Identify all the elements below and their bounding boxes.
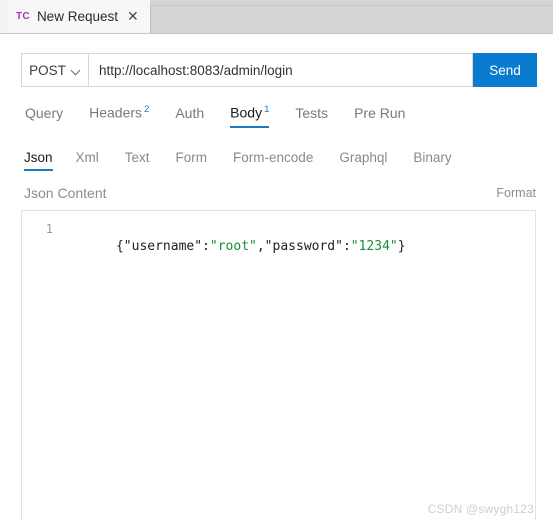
code-token-value-username: "root" — [209, 239, 257, 254]
body-tab-form-encode[interactable]: Form-encode — [220, 150, 326, 171]
body-tab-json-label: Json — [24, 150, 53, 165]
code-line: 1 {"username":"root","password":"1234"} — [22, 211, 535, 274]
http-method-select[interactable]: POST — [21, 53, 88, 87]
close-icon[interactable]: ✕ — [125, 10, 141, 24]
json-content-title: Json Content — [24, 185, 107, 201]
body-tab-form[interactable]: Form — [163, 150, 221, 171]
request-bar: POST Send — [21, 53, 537, 87]
code-token-key-password: ,"password": — [256, 239, 351, 254]
body-tab-json[interactable]: Json — [21, 150, 63, 171]
code-token-value-password: "1234" — [350, 239, 398, 254]
body-tab-form-encode-label: Form-encode — [233, 150, 314, 165]
tab-body-badge: 1 — [264, 104, 270, 116]
tab-headers-label: Headers — [89, 105, 143, 121]
tab-body-label: Body — [230, 105, 263, 121]
tab-headers[interactable]: Headers 2 — [76, 104, 162, 128]
tab-headers-badge: 2 — [144, 104, 150, 116]
body-tab-graphql-label: Graphql — [339, 150, 388, 165]
body-tab-form-label: Form — [175, 150, 208, 165]
body-tab-text[interactable]: Text — [112, 150, 163, 171]
tab-query-label: Query — [25, 105, 64, 121]
body-tab-binary-label: Binary — [413, 150, 452, 165]
send-button[interactable]: Send — [473, 53, 537, 87]
body-tab-xml[interactable]: Xml — [63, 150, 112, 171]
tab-tests[interactable]: Tests — [282, 105, 341, 128]
http-method-label: POST — [29, 62, 66, 78]
tab-pre-run-label: Pre Run — [354, 105, 406, 121]
code-content[interactable]: {"username":"root","password":"1234"} — [53, 220, 406, 274]
code-token-closing-brace: } — [397, 239, 406, 254]
line-number: 1 — [45, 222, 53, 236]
tab-type-badge: TC — [16, 11, 30, 22]
tab-strip-left-pad — [0, 0, 8, 33]
json-content-header: Json Content Format — [24, 185, 536, 201]
body-tab-binary[interactable]: Binary — [400, 150, 464, 171]
tab-auth-label: Auth — [175, 105, 205, 121]
format-button[interactable]: Format — [496, 186, 536, 200]
tab-pre-run[interactable]: Pre Run — [341, 105, 418, 128]
code-token-key-username: {"username": — [115, 239, 210, 254]
body-tab-text-label: Text — [124, 150, 150, 165]
body-format-tabs: Json Xml Text Form Form-encode Graphql B… — [21, 145, 553, 171]
tab-tests-label: Tests — [295, 105, 329, 121]
request-tab[interactable]: TC New Request ✕ — [8, 0, 150, 33]
tab-body[interactable]: Body 1 — [217, 104, 282, 128]
tab-strip-empty-area — [149, 5, 553, 33]
window-tab-strip: TC New Request ✕ — [0, 0, 553, 34]
url-input[interactable] — [88, 53, 473, 87]
body-tab-graphql[interactable]: Graphql — [326, 150, 400, 171]
request-section-tabs: Query Headers 2 Auth Body 1 Tests Pre Run — [21, 100, 553, 128]
tab-query[interactable]: Query — [21, 105, 76, 128]
body-tab-xml-label: Xml — [75, 150, 99, 165]
tab-auth[interactable]: Auth — [162, 105, 217, 128]
tab-title: New Request — [36, 9, 118, 24]
json-editor[interactable]: 1 {"username":"root","password":"1234"} — [21, 210, 536, 520]
chevron-down-icon — [72, 66, 81, 75]
watermark: CSDN @swygh123 — [427, 502, 534, 516]
